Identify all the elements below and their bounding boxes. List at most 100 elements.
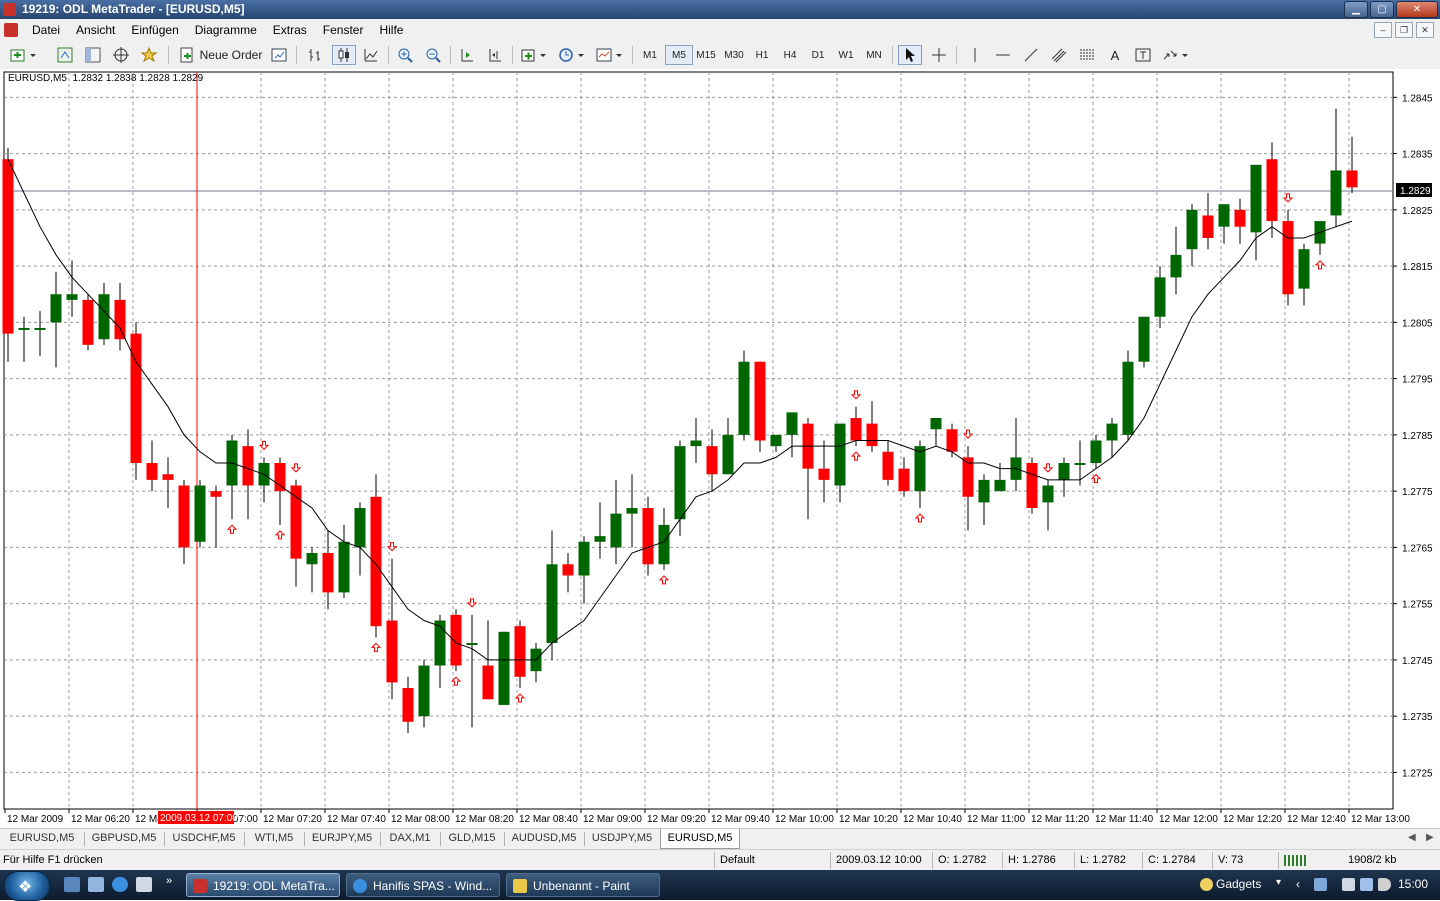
tab-usdchf-m5[interactable]: USDCHF,M5 (166, 829, 242, 848)
fibonacci-button[interactable] (1076, 45, 1098, 65)
tray-dropdown-icon[interactable]: ▾ (1276, 877, 1281, 888)
window-titlebar[interactable]: 19219: ODL MetaTrader - [EURUSD,M5] ▁ ▢ … (0, 0, 1440, 19)
candle (2, 147, 14, 362)
bar-chart-button[interactable] (304, 45, 326, 65)
tab-eurusd-m5-active[interactable]: EURUSD,M5 (660, 829, 740, 849)
period-h1[interactable]: H1 (749, 45, 775, 65)
network-icon[interactable] (1342, 878, 1355, 891)
menu-datei[interactable]: Datei (24, 22, 68, 38)
metatrader-app-icon[interactable] (3, 3, 16, 16)
horizontal-line-button[interactable] (992, 45, 1014, 65)
periods-button[interactable] (556, 45, 588, 65)
line-chart-button[interactable] (360, 45, 382, 65)
candle-body (722, 434, 734, 475)
candle (1138, 316, 1150, 368)
candle (498, 631, 510, 705)
chart-shift-button[interactable] (484, 45, 506, 65)
period-h4[interactable]: H4 (777, 45, 803, 65)
period-m5[interactable]: M5 (665, 45, 693, 65)
clock[interactable]: 15:00 (1398, 877, 1428, 891)
task-paint[interactable]: Unbenannt - Paint (506, 873, 660, 897)
chart-minimize-button[interactable]: – (1374, 22, 1392, 38)
tab-gbpusd-m5[interactable]: GBPUSD,M5 (86, 829, 162, 848)
autoscroll-button[interactable] (456, 45, 478, 65)
candle-body (370, 496, 382, 627)
menu-extras[interactable]: Extras (265, 22, 315, 38)
navigator-button[interactable] (110, 45, 132, 65)
data-window-button[interactable] (82, 45, 104, 65)
tab-dax-m1[interactable]: DAX,M1 (382, 829, 438, 848)
windows-taskbar: ❖ » 19219: ODL MetaTra... Hanifis SPAS -… (0, 870, 1440, 901)
period-m1[interactable]: M1 (637, 45, 663, 65)
candlestick-button[interactable] (332, 45, 356, 65)
gadgets-label[interactable]: Gadgets (1216, 877, 1261, 891)
text-label-button[interactable] (1132, 45, 1154, 65)
chart-area[interactable]: 1.2845 1.2835 1.2825 1.2815 1.2805 1.2795 1.27… (0, 69, 1440, 828)
text-tool-button[interactable]: A (1104, 45, 1126, 65)
chart-window-icon[interactable] (4, 23, 18, 37)
tab-usdjpy-m5[interactable]: USDJPY,M5 (586, 829, 658, 848)
chart-tabs: EURUSD,M5 GBPUSD,M5 USDCHF,M5 WTI,M5 EUR… (0, 828, 1440, 850)
candle (82, 294, 94, 351)
chart-restore-button[interactable]: ❐ (1395, 22, 1413, 38)
zoom-out-button[interactable] (422, 45, 444, 65)
tab-scroll-left-icon[interactable]: ◀ (1408, 832, 1416, 843)
period-w1[interactable]: W1 (833, 45, 859, 65)
favorites-button[interactable] (138, 45, 160, 65)
menu-ansicht[interactable]: Ansicht (68, 22, 123, 38)
start-button[interactable]: ❖ (4, 871, 50, 901)
tab-scroll-right-icon[interactable]: ▶ (1426, 832, 1434, 843)
arrows-button[interactable] (1160, 45, 1192, 65)
switch-windows-icon[interactable] (88, 877, 104, 892)
minimize-button[interactable]: ▁ (1344, 1, 1368, 18)
chart-close-button[interactable]: ✕ (1416, 22, 1434, 38)
autotrading-button[interactable] (268, 45, 290, 65)
new-chart-button[interactable] (8, 45, 40, 65)
task-browser[interactable]: Hanifis SPAS - Wind... (346, 873, 500, 897)
volume-muted-icon[interactable] (1378, 878, 1391, 891)
menu-fenster[interactable]: Fenster (315, 22, 372, 38)
candle-body (738, 361, 750, 435)
tab-gld-m15[interactable]: GLD,M15 (442, 829, 502, 848)
period-mn[interactable]: MN (861, 45, 887, 65)
menu-einfuegen[interactable]: Einfügen (123, 22, 186, 38)
candle-body (146, 463, 158, 480)
indicators-button[interactable] (518, 45, 550, 65)
menu-hilfe[interactable]: Hilfe (371, 22, 411, 38)
crosshair-button[interactable] (928, 45, 950, 65)
trendline-button[interactable] (1020, 45, 1042, 65)
cursor-tool-button[interactable] (898, 45, 922, 65)
menu-diagramme[interactable]: Diagramme (187, 22, 265, 38)
tab-eurusd-m5[interactable]: EURUSD,M5 (2, 829, 82, 848)
tab-eurjpy-m5[interactable]: EURJPY,M5 (306, 829, 378, 848)
templates-button[interactable] (594, 45, 626, 65)
quicklaunch-app-icon[interactable] (136, 877, 152, 892)
candle-body (562, 564, 574, 576)
tab-wti-m5[interactable]: WTI,M5 (246, 829, 302, 848)
new-order-button[interactable]: Neue Order (174, 45, 266, 65)
period-d1[interactable]: D1 (805, 45, 831, 65)
maximize-button[interactable]: ▢ (1370, 1, 1394, 18)
connection-bars-icon (1284, 855, 1306, 866)
candle-body (322, 553, 334, 593)
internet-explorer-icon[interactable] (112, 877, 128, 892)
candle-body (1122, 361, 1134, 435)
tray-app-icon[interactable] (1314, 878, 1327, 891)
quicklaunch-more-icon[interactable]: » (166, 875, 172, 887)
tab-audusd-m5[interactable]: AUDUSD,M5 (506, 829, 582, 848)
show-desktop-icon[interactable] (64, 877, 80, 892)
chart-shift-icon (489, 49, 501, 62)
vertical-line-button[interactable] (964, 45, 986, 65)
period-m15[interactable]: M15 (693, 45, 719, 65)
close-button[interactable]: ✕ (1396, 1, 1438, 18)
equidistant-channel-button[interactable] (1048, 45, 1070, 65)
tray-monitor-icon[interactable] (1360, 878, 1373, 891)
candle-body (274, 463, 286, 492)
zoom-in-button[interactable] (394, 45, 416, 65)
tray-expand-icon[interactable]: ‹ (1296, 877, 1300, 891)
period-m30[interactable]: M30 (721, 45, 747, 65)
task-metatrader[interactable]: 19219: ODL MetaTra... (186, 873, 340, 897)
price-chart[interactable]: 1.2845 1.2835 1.2825 1.2815 1.2805 1.2795 1.27… (0, 69, 1440, 828)
market-watch-button[interactable] (54, 45, 76, 65)
gadgets-icon[interactable] (1200, 878, 1213, 891)
